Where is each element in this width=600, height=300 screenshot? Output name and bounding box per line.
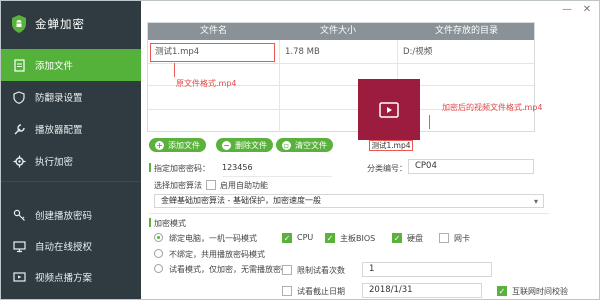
table-cell-filesize: 1.78 MB: [285, 47, 320, 57]
mode-label-trial: 试看模式，仅加密，无需播放密码: [169, 265, 289, 274]
sidebar-item-label: 防翻录设置: [35, 93, 83, 104]
app-window: 金蝉加密 添加文件 防翻录设置 播放器配置 执行加密 创建播放密码 自动在线授权…: [0, 0, 600, 300]
mode-radio-bind[interactable]: [154, 233, 163, 242]
play-icon: [379, 101, 399, 118]
column-header-directory[interactable]: 文件存放的目录: [397, 23, 536, 40]
table-cell-directory: D:/视频: [403, 47, 433, 57]
mode-radio-trial[interactable]: [154, 264, 163, 273]
plus-icon: +: [155, 140, 164, 150]
algo-select-value: 金蝉基础加密算法 - 基础保护，加密速度一般: [161, 196, 321, 205]
password-underline: [222, 176, 332, 177]
nic-checkbox[interactable]: [439, 233, 449, 243]
sidebar-item-player-config[interactable]: 播放器配置: [1, 113, 141, 145]
globe-icon: [12, 239, 26, 253]
mode-label-bind: 绑定电脑，一机一码模式: [169, 234, 257, 243]
app-title: 金蝉加密: [35, 17, 85, 31]
file-table: 文件名 文件大小 文件存放的目录 测试1.mp4 1.78 MB D:/视频 原…: [147, 22, 543, 151]
shield-logo-icon: [12, 15, 26, 33]
category-label: 分类编号：: [367, 164, 407, 173]
add-file-label: 添加文件: [168, 140, 200, 150]
key-icon: [12, 208, 26, 222]
sidebar-item-label: 视频点播方案: [35, 273, 93, 284]
encrypted-video-thumbnail: [358, 79, 420, 140]
shield-icon: [12, 90, 26, 104]
minimize-button[interactable]: —: [560, 4, 574, 15]
algo-label: 选择加密算法: [154, 181, 202, 190]
self-service-label: 启用自助功能: [220, 181, 268, 190]
sidebar-item-label: 自动在线授权: [35, 242, 93, 253]
password-input[interactable]: 123456: [222, 163, 253, 172]
sidebar-item-execute-encrypt[interactable]: 执行加密: [1, 145, 141, 177]
annotation-encrypted-format: 加密后的视频文件格式.mp4: [442, 103, 543, 112]
sidebar-item-anti-record[interactable]: 防翻录设置: [1, 81, 141, 113]
section-marker: [149, 163, 151, 172]
sidebar-item-add-file[interactable]: 添加文件: [1, 49, 141, 81]
mode-label-shared: 不绑定，共用播放密码模式: [169, 250, 265, 259]
expiry-label: 试看截止日期: [297, 287, 345, 296]
disk-checkbox[interactable]: ✓: [392, 233, 402, 243]
clear-file-button[interactable]: ▫ 清空文件: [276, 138, 333, 152]
cpu-checkbox[interactable]: ✓: [282, 233, 292, 243]
self-service-checkbox[interactable]: [206, 180, 216, 190]
cpu-label: CPU: [297, 233, 314, 242]
gear-icon: [12, 154, 26, 168]
video-icon: [12, 270, 26, 284]
sidebar: 金蝉加密 添加文件 防翻录设置 播放器配置 执行加密 创建播放密码 自动在线授权…: [1, 1, 141, 299]
table-cell-filename[interactable]: 测试1.mp4: [155, 45, 199, 59]
bios-label: 主板BIOS: [340, 234, 376, 243]
sidebar-item-online-auth[interactable]: 自动在线授权: [1, 230, 141, 262]
mode-radio-shared[interactable]: [154, 249, 163, 258]
expiry-checkbox[interactable]: [282, 286, 292, 296]
annotation-arrow: [174, 63, 175, 77]
wrench-icon: [12, 122, 26, 136]
annotation-source-format: 原文件格式.mp4: [176, 79, 237, 88]
close-button[interactable]: ✕: [580, 4, 594, 15]
section-marker: [149, 218, 151, 227]
chevron-down-icon: ▾: [533, 197, 538, 206]
annotation-arrow: [429, 115, 430, 129]
brand: 金蝉加密: [1, 1, 141, 47]
grid-line: [279, 40, 280, 132]
clear-file-label: 清空文件: [295, 140, 327, 150]
sidebar-item-label: 添加文件: [35, 61, 74, 72]
sidebar-item-label: 创建播放密码: [35, 211, 93, 222]
column-header-filename[interactable]: 文件名: [148, 23, 279, 40]
sidebar-item-video-vod[interactable]: 视频点播方案: [1, 261, 141, 293]
add-file-button[interactable]: + 添加文件: [149, 138, 206, 152]
grid-line: [148, 63, 534, 64]
limit-trial-input[interactable]: 1: [362, 262, 492, 277]
category-input[interactable]: CP04: [408, 159, 534, 174]
table-header: 文件名 文件大小 文件存放的目录: [148, 23, 534, 40]
section-divider: [149, 213, 549, 214]
delete-file-label: 删除文件: [235, 140, 267, 150]
main-panel: — ✕ 文件名 文件大小 文件存放的目录 测试1.mp4 1.78 MB D:/…: [142, 1, 599, 299]
bios-checkbox[interactable]: ✓: [325, 233, 335, 243]
delete-file-button[interactable]: − 删除文件: [216, 138, 273, 152]
nic-label: 网卡: [454, 234, 470, 243]
algo-select[interactable]: 金蝉基础加密算法 - 基础保护，加密速度一般 ▾: [154, 194, 544, 208]
trash-icon: ▫: [282, 140, 291, 150]
sidebar-item-create-password[interactable]: 创建播放密码: [1, 199, 141, 231]
sidebar-item-label: 播放器配置: [35, 125, 83, 136]
encrypted-file-label: 测试1.mp4: [369, 140, 413, 151]
disk-label: 硬盘: [407, 234, 423, 243]
column-header-filesize[interactable]: 文件大小: [279, 23, 397, 40]
network-time-label: 互联网时间校验: [512, 287, 568, 296]
password-label: 指定加密密码：: [154, 164, 210, 173]
add-file-icon: [12, 58, 26, 72]
expiry-date-input[interactable]: 2018/1/31: [362, 283, 482, 298]
network-time-checkbox[interactable]: ✓: [497, 286, 507, 296]
mode-section-title: 加密模式: [154, 219, 186, 228]
limit-trial-checkbox[interactable]: [282, 265, 292, 275]
limit-trial-label: 限制试看次数: [297, 266, 345, 275]
minus-icon: −: [222, 140, 231, 150]
sidebar-item-label: 执行加密: [35, 157, 74, 168]
